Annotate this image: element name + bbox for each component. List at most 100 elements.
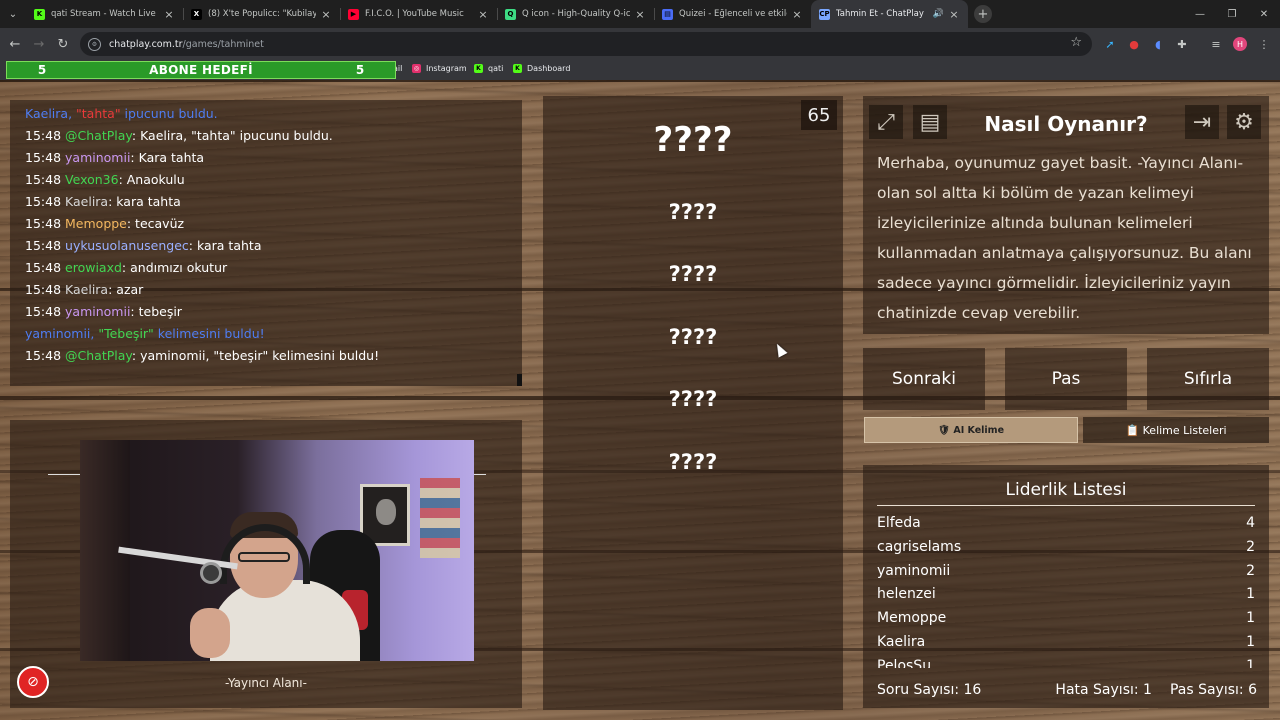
puzzle-icon[interactable]: ✚ <box>1170 28 1194 60</box>
close-tab-icon[interactable]: × <box>634 8 646 21</box>
browser-tab[interactable]: ▶ F.I.C.O. | YouTube Music × <box>340 0 497 28</box>
exit-icon[interactable]: ⇥ <box>1185 105 1219 139</box>
bookmark-instagram[interactable]: ◎ Instagram <box>412 64 467 73</box>
leaderboard-row: Memoppe 1 <box>877 607 1255 631</box>
player-score: 1 <box>1246 610 1255 627</box>
system-text: ipucunu buldu. <box>120 106 218 121</box>
reset-button[interactable]: Sıfırla <box>1147 348 1269 410</box>
close-tab-icon[interactable]: × <box>477 8 489 21</box>
chat-text: : kara tahta <box>188 238 262 253</box>
forward-icon[interactable]: → <box>27 37 51 52</box>
chat-text: : Anaokulu <box>118 172 185 187</box>
how-to-play-text: Merhaba, oyunumuz gayet basit. -Yayıncı … <box>877 154 1252 322</box>
profile-avatar[interactable]: H <box>1228 28 1252 60</box>
bookmark-label: qati <box>488 64 504 73</box>
url-path: /games/tahminet <box>182 38 264 50</box>
ai-word-button[interactable]: 🛡 AI Kelime <box>864 417 1078 443</box>
leaderboard-row: PelosSu 1 <box>877 655 1255 668</box>
chat-scrollbar[interactable] <box>517 374 522 386</box>
next-button[interactable]: Sonraki <box>863 348 985 410</box>
browser-tab[interactable]: Q Q icon - High-Quality Q-icon Download × <box>497 0 654 28</box>
close-window-icon[interactable]: ✕ <box>1248 0 1280 28</box>
close-tab-icon[interactable]: × <box>948 8 960 21</box>
chat-time: 15:48 <box>25 128 62 143</box>
hidden-main-word: ???? <box>653 120 733 160</box>
chat-user[interactable]: uykusuolanusengec <box>65 238 189 253</box>
system-text: kelimesini buldu! <box>153 326 265 341</box>
chat-time: 15:48 <box>25 150 62 165</box>
system-message: yaminomii, "Tebeşir" kelimesini buldu! <box>25 323 522 345</box>
new-tab-button[interactable]: + <box>974 5 992 23</box>
browser-tab[interactable]: ▤ Quizei - Eğlenceli ve etkileşimli × <box>654 0 811 28</box>
chat-user[interactable]: Memoppe <box>65 216 127 231</box>
chat-user[interactable]: @ChatPlay <box>65 128 132 143</box>
navigation-bar: ← → ↻ ⚙ chatplay.com.tr/games/tahminet ☆… <box>0 28 1280 60</box>
bookmark-label: Dashboard <box>527 64 571 73</box>
menu-icon[interactable]: ⋮ <box>1252 28 1276 60</box>
microphone <box>200 562 222 584</box>
divider-line <box>48 474 84 475</box>
leaderboard-panel: Liderlik Listesi Elfeda 4 cagriselams 2 yami… <box>863 465 1269 708</box>
minimize-icon[interactable]: — <box>1184 0 1216 28</box>
system-word: "tahta" <box>76 106 121 121</box>
hidden-hint-word: ???? <box>668 387 718 411</box>
back-icon[interactable]: ← <box>3 37 27 52</box>
chat-user[interactable]: erowiaxd <box>65 260 122 275</box>
player-score: 2 <box>1246 538 1255 555</box>
chat-time: 15:48 <box>25 260 62 275</box>
settings-gear-icon[interactable]: ⚙ <box>1227 105 1261 139</box>
close-tab-icon[interactable]: × <box>320 8 332 21</box>
adblock-icon[interactable]: ● <box>1122 28 1146 60</box>
leaderboard-list[interactable]: Elfeda 4 cagriselams 2 yaminomii 2 helenzei 1 Me… <box>877 512 1255 668</box>
audio-extension-icon[interactable]: ◖ <box>1146 28 1170 60</box>
stop-icon[interactable]: ⊘ <box>17 666 49 698</box>
leaderboard-row: helenzei 1 <box>877 583 1255 607</box>
extension-icon[interactable]: ➚ <box>1098 28 1122 60</box>
restore-icon[interactable]: ❐ <box>1216 0 1248 28</box>
chat-user[interactable]: yaminomii <box>65 304 130 319</box>
x-icon: X <box>191 8 202 20</box>
subscriber-goal-bar: 5 ABONE HEDEFİ 5 <box>6 61 396 79</box>
close-tab-icon[interactable]: × <box>791 8 803 21</box>
address-bar[interactable]: ⚙ chatplay.com.tr/games/tahminet ☆ <box>80 32 1092 56</box>
chat-user[interactable]: Kaelira <box>65 194 108 209</box>
chat-text: : tebeşir <box>130 304 182 319</box>
chat-message: 15:48 Kaelira: azar <box>25 279 522 301</box>
pass-count: Pas Sayısı: 6 <box>1169 682 1257 698</box>
browser-tab[interactable]: CP Tahmin Et - ChatPlay 🔊 × <box>811 0 968 28</box>
bookmark-qati[interactable]: Kqati <box>474 64 503 73</box>
site-info-icon[interactable]: ⚙ <box>88 37 101 51</box>
browser-tab[interactable]: X (8) X'te Populicc: "Kubilay Kaan" × <box>183 0 340 28</box>
tab-title: qati Stream - Watch Live on Kick <box>51 9 159 19</box>
speaker-icon[interactable]: 🔊 <box>933 9 944 19</box>
chat-text: : tecavüz <box>126 216 185 231</box>
streamer-area: -Yayıncı Alanı- <box>10 420 522 708</box>
window-controls: — ❐ ✕ <box>1184 0 1280 28</box>
tab-title: (8) X'te Populicc: "Kubilay Kaan" <box>208 9 316 19</box>
tab-search-icon[interactable]: ⌄ <box>0 0 26 28</box>
kick-icon: K <box>34 8 45 20</box>
word-lists-button[interactable]: 📋 Kelime Listeleri <box>1083 417 1269 443</box>
chat-user[interactable]: Vexon36 <box>65 172 119 187</box>
system-word: "Tebeşir" <box>98 326 154 341</box>
player-name: yaminomii <box>877 562 951 579</box>
goal-target: 5 <box>355 63 365 77</box>
browser-tab[interactable]: Kqati Stream - Watch Live on Kick × <box>26 0 183 28</box>
system-user: yaminomii, <box>25 326 99 341</box>
chat-user[interactable]: Kaelira <box>65 282 108 297</box>
bookmark-dashboard[interactable]: K Dashboard <box>513 64 570 73</box>
tab-title: Q icon - High-Quality Q-icon Download <box>522 9 630 19</box>
chat-time: 15:48 <box>25 304 62 319</box>
hidden-hint-word: ???? <box>668 262 718 286</box>
streamer-area-label: -Yayıncı Alanı- <box>225 676 307 690</box>
chat-text: : kara tahta <box>108 194 181 209</box>
bookmark-star-icon[interactable]: ☆ <box>1070 35 1082 50</box>
chat-message: 15:48 Memoppe: tecavüz <box>25 213 522 235</box>
pass-button[interactable]: Pas <box>1005 348 1127 410</box>
media-control-icon[interactable]: ≡ <box>1204 28 1228 60</box>
player-name: Elfeda <box>877 515 921 531</box>
close-tab-icon[interactable]: × <box>163 8 175 21</box>
chat-user[interactable]: yaminomii <box>65 150 130 165</box>
instagram-icon: ◎ <box>412 64 421 73</box>
reload-icon[interactable]: ↻ <box>51 37 75 52</box>
